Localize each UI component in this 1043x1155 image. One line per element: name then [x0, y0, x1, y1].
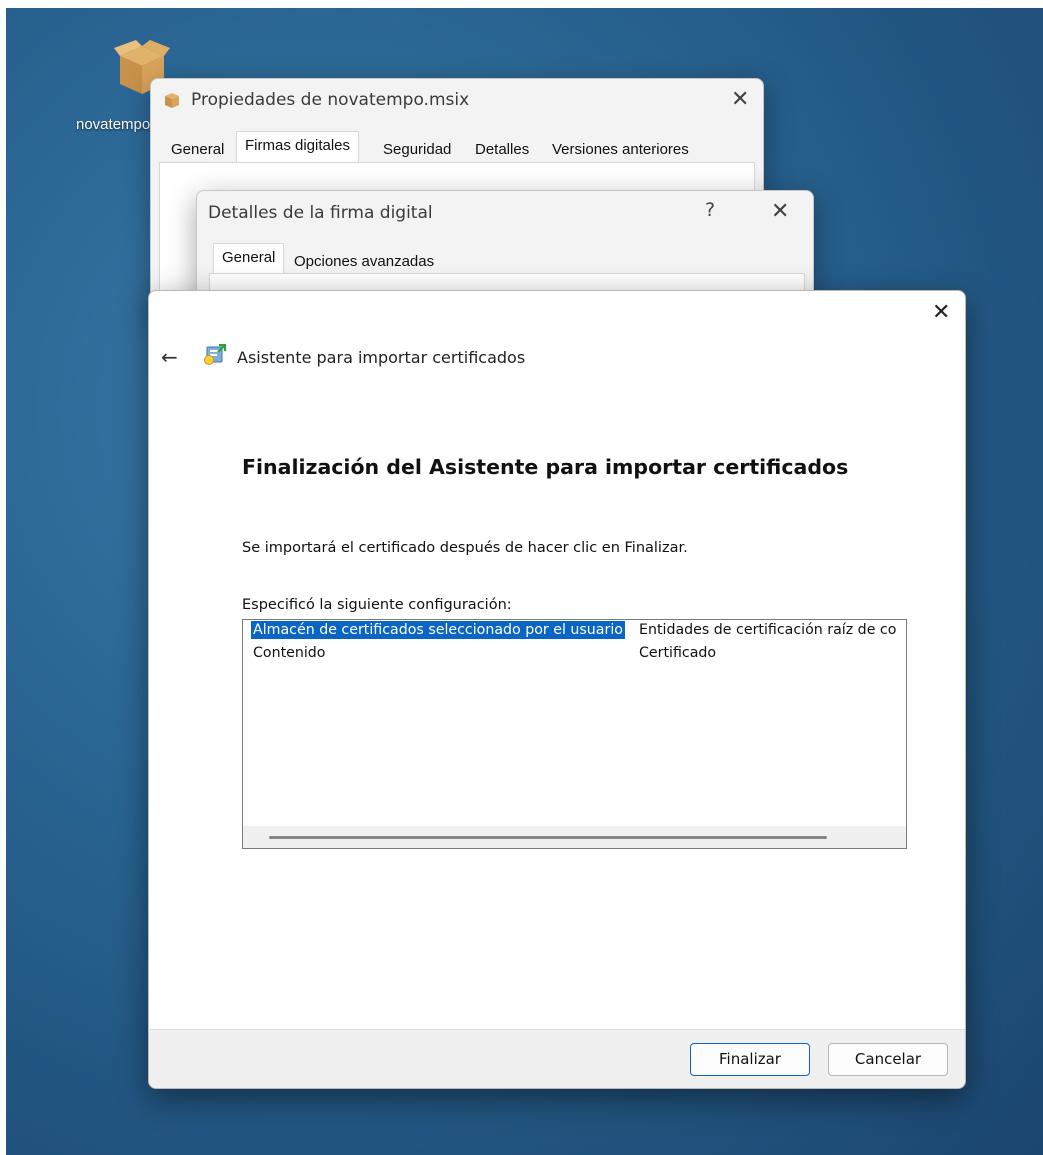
tab-opciones-avanzadas[interactable]: Opciones avanzadas: [294, 253, 434, 270]
desktop-file-label: novatempo.msix: [76, 116, 156, 133]
settings-label: Especificó la siguiente configuración:: [242, 597, 512, 613]
close-icon[interactable]: ✕: [771, 201, 789, 223]
horizontal-scrollbar[interactable]: [243, 826, 906, 848]
properties-window-title: Propiedades de novatempo.msix: [191, 90, 470, 110]
tab-seguridad[interactable]: Seguridad: [383, 141, 451, 158]
package-box-icon: [165, 93, 179, 108]
tab-versiones-anteriores[interactable]: Versiones anteriores: [552, 141, 689, 158]
close-icon[interactable]: ✕: [731, 89, 749, 111]
wizard-heading: Finalización del Asistente para importar…: [242, 455, 849, 479]
list-item-value: Certificado: [639, 645, 717, 661]
list-item-name: Contenido: [253, 645, 326, 661]
tab-general-details[interactable]: General: [213, 243, 285, 274]
list-item[interactable]: Contenido Certificado: [243, 643, 906, 665]
certificate-import-icon: [204, 344, 227, 365]
help-icon[interactable]: ?: [705, 201, 715, 220]
wizard-app-title: Asistente para importar certificados: [237, 348, 526, 367]
close-icon[interactable]: ✕: [932, 300, 950, 325]
back-arrow-icon[interactable]: ←: [161, 345, 178, 369]
list-item-value: Entidades de certificación raíz de co: [639, 622, 897, 638]
list-item-name: Almacén de certificados seleccionado por…: [251, 621, 625, 639]
cancel-button[interactable]: Cancelar: [828, 1043, 948, 1076]
tab-detalles[interactable]: Detalles: [475, 141, 529, 158]
certificate-import-wizard: ✕ ← Asistente para importar certificados…: [148, 290, 966, 1089]
finish-button[interactable]: Finalizar: [690, 1043, 810, 1076]
scrollbar-thumb[interactable]: [269, 836, 827, 839]
wizard-description: Se importará el certificado después de h…: [242, 540, 688, 556]
wizard-footer: Finalizar Cancelar: [149, 1029, 965, 1088]
details-window-title: Detalles de la firma digital: [208, 203, 433, 223]
tab-general[interactable]: General: [171, 141, 224, 158]
list-item[interactable]: Almacén de certificados seleccionado por…: [243, 620, 906, 642]
settings-listbox[interactable]: Almacén de certificados seleccionado por…: [242, 619, 907, 849]
tab-firmas-digitales[interactable]: Firmas digitales: [236, 131, 360, 162]
